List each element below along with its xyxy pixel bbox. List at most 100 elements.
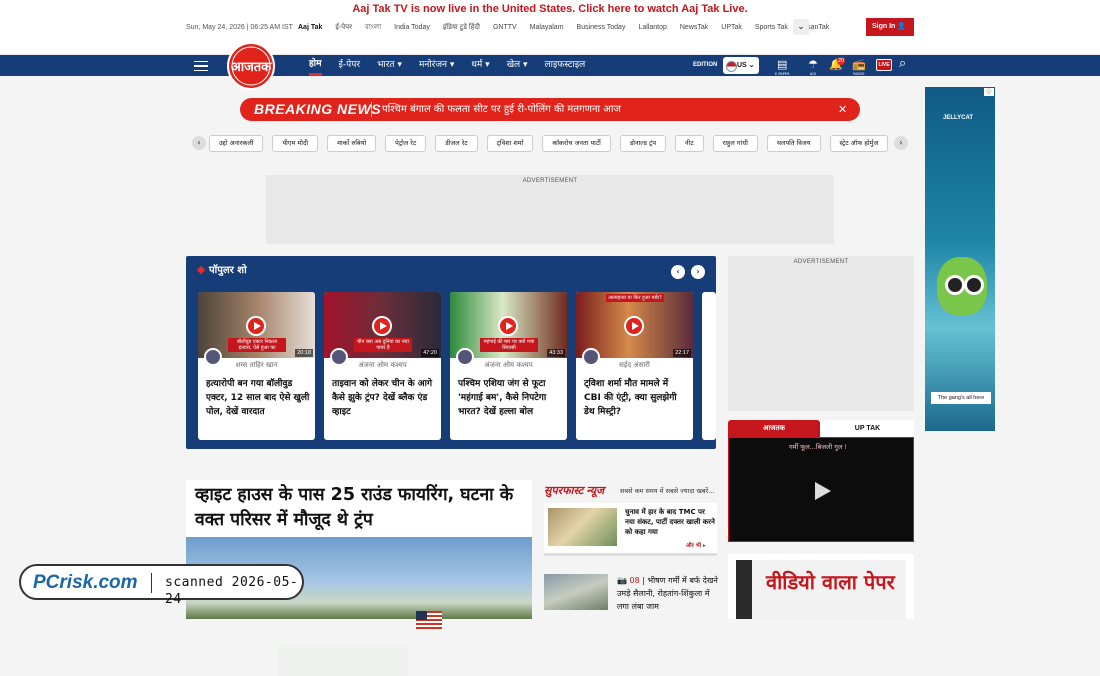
promo-text[interactable]: Aaj Tak TV is now live in the United Sta… [352, 3, 747, 15]
superfast-card[interactable]: चुनाव में हार के बाद TMC पर नया संकट, पा… [544, 503, 717, 556]
user-icon: 👤 [897, 23, 907, 30]
network-link[interactable]: Malayalam [530, 23, 564, 33]
topic-chips: उद्दो अनारकली पीएम मोदी मार्को रुबियो पे… [209, 135, 897, 152]
network-link[interactable]: India Today [394, 23, 430, 33]
side-advertisement[interactable]: ⓘ JELLYCAT The gang's all here [925, 87, 995, 431]
promo-banner[interactable]: Aaj Tak TV is now live in the United Sta… [0, 0, 1100, 18]
notification-count: 20 [837, 57, 845, 65]
show-headline[interactable]: हत्यारोपी बन गया बॉलीवुड एक्टर, 12 साल ब… [206, 377, 310, 419]
network-link[interactable]: UPTak [721, 23, 742, 33]
superfast-logo[interactable]: सुपरफास्ट न्यूज [544, 485, 604, 497]
ad-info-icon[interactable]: ⓘ [984, 88, 994, 96]
topic-chip[interactable]: डीजल रेट [435, 135, 478, 152]
topic-chip[interactable]: पेट्रोल रेट [385, 135, 427, 152]
show-headline[interactable]: ट्विशा शर्मा मौत मामले में CBI की एंट्री… [584, 377, 688, 419]
show-card[interactable]: चीन क्या अब दुनिया का नया पावर है 47:20 … [324, 292, 441, 440]
breaking-news-bar[interactable]: BREAKING NEWS पश्चिम बंगाल की फलता सीट प… [240, 98, 860, 121]
live-video-player[interactable]: गर्मी फूल...बिजली गुल ! [728, 437, 914, 542]
topic-chip[interactable]: राहुल गांधी [712, 135, 758, 152]
more-link[interactable]: और भी ▸ [686, 541, 706, 549]
superfast-headline[interactable]: चुनाव में हार के बाद TMC पर नया संकट, पा… [625, 507, 715, 537]
topic-chip[interactable]: कॉकरोच जनता पार्टी [542, 135, 611, 152]
logo-text: आजतक [231, 60, 272, 75]
show-card[interactable]: महंगाई की मार पर क्यों मचा सियासी 43:33 … [450, 292, 567, 440]
nav-item-sports[interactable]: खेल ▾ [507, 55, 528, 76]
tab-uptak[interactable]: UP TAK [821, 420, 914, 437]
ad-brand: JELLYCAT [943, 115, 974, 121]
aqi-icon[interactable]: ☂ AQI [808, 58, 818, 76]
video-duration: 22:17 [673, 349, 691, 357]
radio-icon[interactable]: 📻 RADIO [852, 58, 866, 76]
photo-story-headline[interactable]: 📷 08 | भीषण गर्मी में बर्फ देखने उमड़े स… [617, 574, 721, 613]
play-icon[interactable] [246, 316, 266, 336]
network-link[interactable]: Lallantop [638, 23, 666, 33]
date-time: Sun, May 24, 2026 | 06:25 AM IST [186, 24, 293, 31]
sign-in-button[interactable]: Sign In 👤 [866, 18, 914, 36]
radio-icon-label: RADIO [853, 72, 865, 76]
video-paper-promo[interactable]: वीडियो वाला पेपर [728, 554, 914, 619]
video-duration: 43:33 [547, 349, 565, 357]
topic-chip[interactable]: उद्दो अनारकली [209, 135, 264, 152]
channel-tabs: आजतक UP TAK [728, 420, 914, 437]
host-name: अंजना ओम कश्यप [484, 361, 533, 369]
topic-chip[interactable]: थलपति विजय [766, 135, 821, 152]
play-icon[interactable] [498, 316, 518, 336]
chevron-down-icon[interactable]: ⌄ [793, 19, 809, 35]
epaper-icon[interactable]: ▤ E-PAPER [775, 58, 790, 76]
topic-chip[interactable]: ट्विशा शर्मा [486, 135, 534, 152]
topic-chip[interactable]: पीएम मोदी [272, 135, 319, 152]
network-links: Aaj Tak ई-पेपर বাংলা India Today इंडिया … [298, 23, 842, 33]
play-icon[interactable] [815, 482, 831, 500]
white-house-image [278, 647, 408, 676]
search-icon[interactable]: ⌕ [899, 57, 906, 71]
network-link[interactable]: Aaj Tak [298, 23, 322, 33]
nav-item-entertainment[interactable]: मनोरंजन ▾ [419, 55, 454, 76]
breaking-news-text[interactable]: पश्चिम बंगाल की फलता सीट पर हुई री-पोलिं… [382, 102, 621, 117]
close-icon[interactable]: ✕ [838, 101, 847, 118]
topic-chip[interactable]: डोनाल्ड ट्रंप [619, 135, 667, 152]
topic-chip[interactable]: स्ट्रेट ऑफ होर्मुज [829, 135, 889, 152]
play-icon[interactable] [624, 316, 644, 336]
ad-character-image [937, 257, 987, 315]
video-duration: 47:20 [421, 349, 439, 357]
photo-story[interactable]: 📷 08 | भीषण गर्मी में बर्फ देखने उमड़े स… [544, 574, 720, 619]
chevron-right-icon[interactable]: › [691, 265, 705, 279]
aqi-icon-label: AQI [809, 72, 816, 76]
nav-item-india[interactable]: भारत ▾ [377, 55, 402, 76]
live-tv-icon[interactable]: LIVE [876, 59, 892, 71]
network-link[interactable]: NewsTak [680, 23, 708, 33]
nav-item-epaper[interactable]: ई-पेपर [339, 55, 361, 76]
lead-headline[interactable]: व्हाइट हाउस के पास 25 राउंड फायरिंग, घटन… [195, 483, 527, 533]
network-link[interactable]: বাংলা [365, 23, 381, 33]
superfast-subtitle: सबसे कम समय में सबसे ज्यादा खबरें... [620, 487, 715, 495]
topic-chip[interactable]: नीट [675, 135, 704, 152]
hamburger-menu-icon[interactable] [194, 61, 208, 71]
advertisement-banner[interactable]: ADVERTISEMENT [266, 175, 834, 244]
show-headline[interactable]: पश्चिम एशिया जंग से फूटा 'महंगाई बम', कै… [458, 377, 562, 419]
tab-aajtak[interactable]: आजतक [728, 420, 820, 437]
network-link[interactable]: Business Today [577, 23, 626, 33]
network-link[interactable]: ई-पेपर [335, 23, 352, 33]
play-icon[interactable] [372, 316, 392, 336]
show-headline[interactable]: ताइवान को लेकर चीन के आगे कैसे झुके ट्रं… [332, 377, 436, 419]
network-link[interactable]: Sports Tak [755, 23, 788, 33]
aajtak-logo[interactable]: आजतक [220, 42, 282, 90]
bell-icon[interactable]: 🔔 20 [829, 57, 845, 72]
video-duration: 20:18 [295, 349, 313, 357]
nav-item-lifestyle[interactable]: लाइफस्टाइल [545, 55, 586, 76]
advertisement-box[interactable]: ADVERTISEMENT [728, 256, 914, 411]
topic-chip[interactable]: मार्को रुबियो [327, 135, 377, 152]
chevron-left-icon[interactable]: ‹ [671, 265, 685, 279]
network-link[interactable]: GNTTV [493, 23, 517, 33]
nav-item-religion[interactable]: धर्म ▾ [471, 55, 489, 76]
show-card[interactable]: बॉलीवुड एक्टर निकला हत्यारा, ऐसे हुआ फा … [198, 292, 315, 440]
show-card[interactable]: आत्महत्या या फिर हुआ मर्डर? 22:17 सईद अं… [576, 292, 693, 440]
nav-item-home[interactable]: होम [309, 55, 322, 76]
network-link[interactable]: इंडिया टुडे हिंदी [443, 23, 480, 33]
watermark-divider [151, 573, 152, 593]
chevron-left-icon[interactable]: ‹ [192, 136, 206, 150]
paper-title: वीडियो वाला पेपर [766, 570, 895, 594]
edition-select[interactable]: US ⌄ [723, 57, 759, 74]
show-card-partial[interactable] [702, 292, 716, 440]
chevron-right-icon[interactable]: › [894, 136, 908, 150]
